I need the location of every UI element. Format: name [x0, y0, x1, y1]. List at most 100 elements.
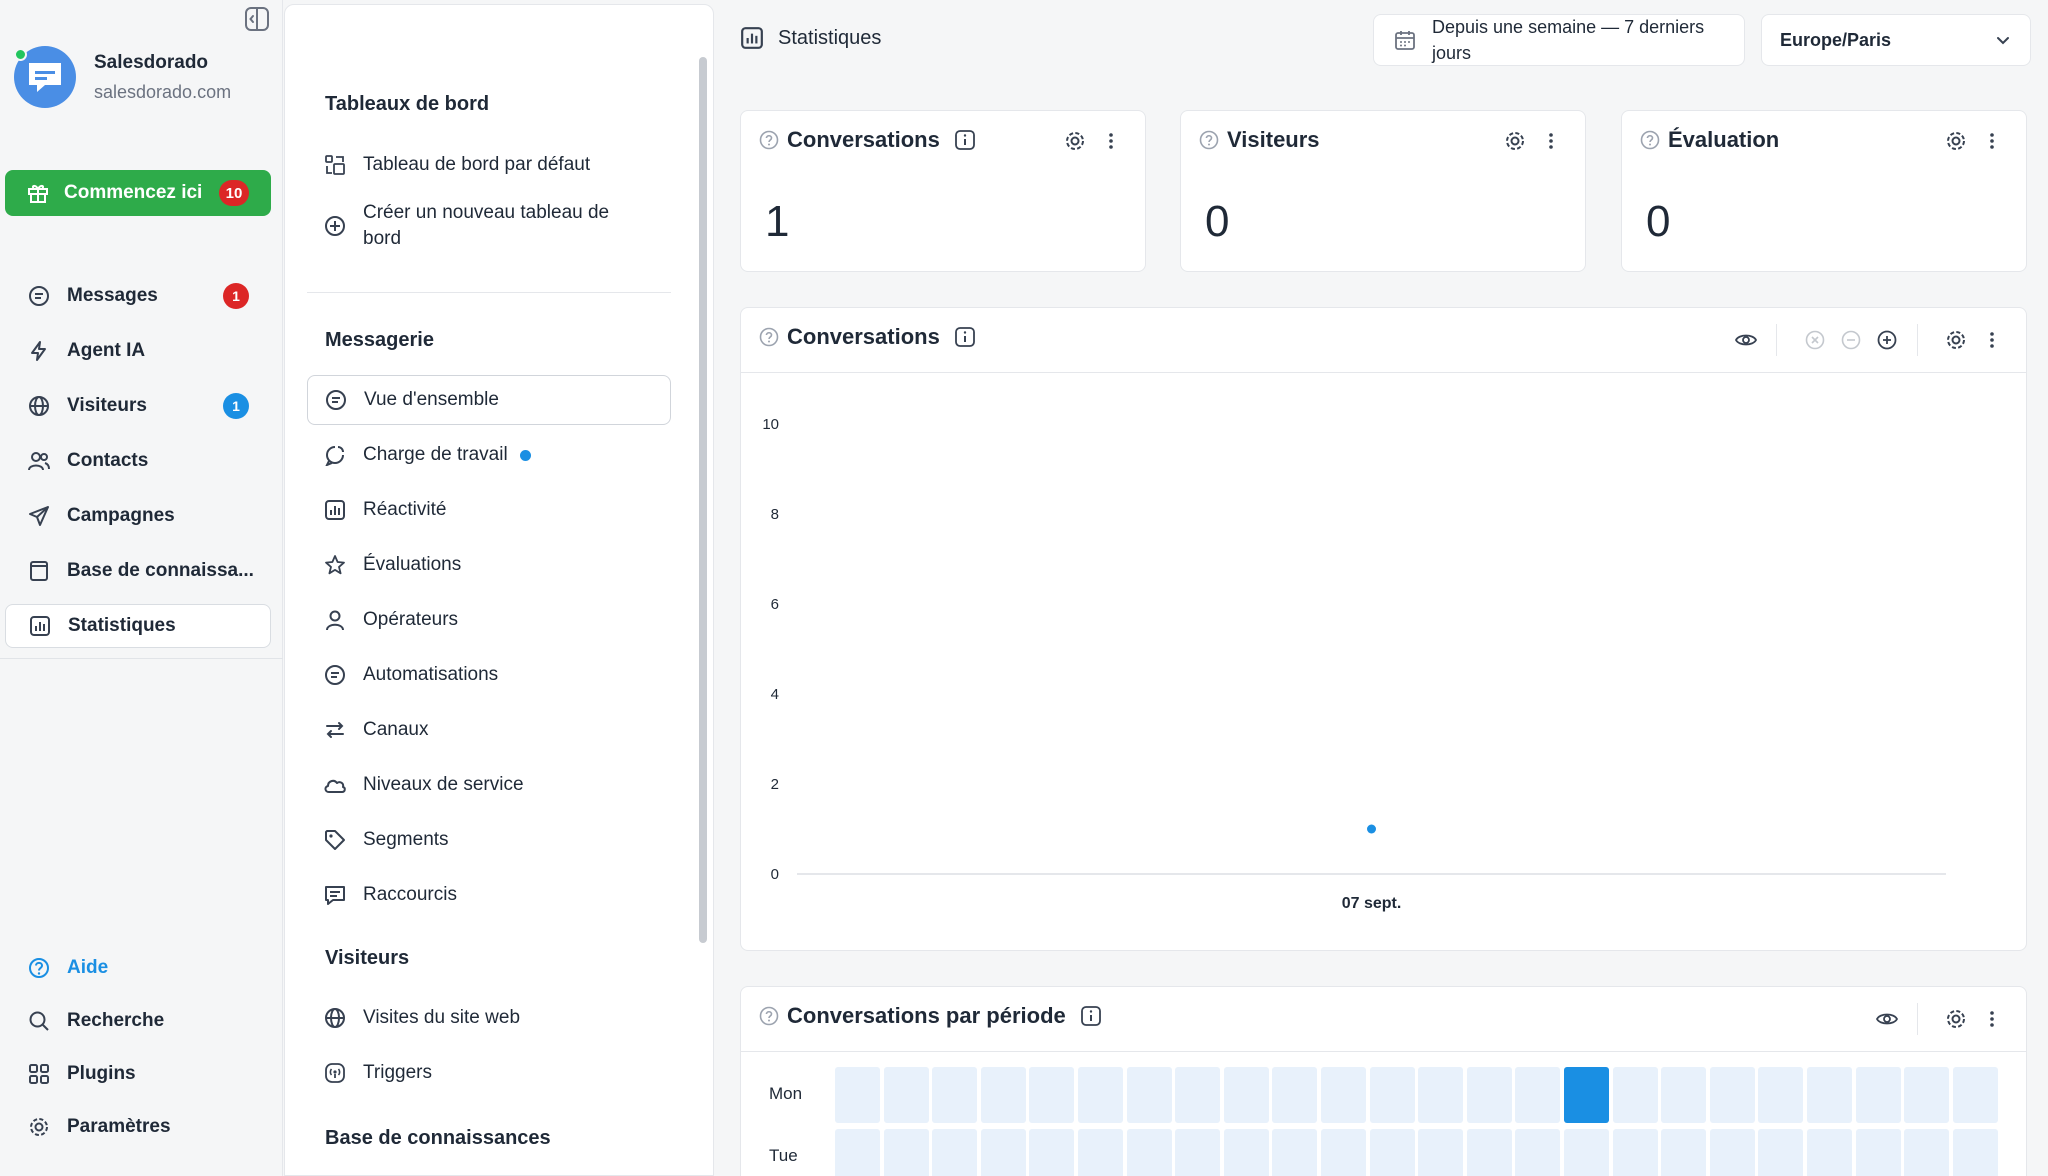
nav-item-search[interactable]: Recherche — [5, 999, 271, 1043]
nav-item-help[interactable]: Aide — [5, 946, 271, 990]
subnav-item-overview[interactable]: Vue d'ensemble — [307, 375, 671, 425]
heatmap-cell[interactable] — [1515, 1129, 1561, 1176]
collapse-sidebar-button[interactable] — [242, 4, 272, 34]
card-more-button[interactable] — [1097, 127, 1125, 155]
toggle-visibility-button[interactable] — [1732, 326, 1760, 354]
subnav-item-segments[interactable]: Segments — [307, 815, 671, 865]
heatmap-cell[interactable] — [1175, 1067, 1221, 1123]
heatmap-cell[interactable] — [1126, 1067, 1172, 1123]
heatmap-cell[interactable] — [1466, 1067, 1512, 1123]
heatmap-cell[interactable] — [883, 1067, 929, 1123]
subnav-item-triggers[interactable]: Triggers — [307, 1048, 671, 1098]
nav-item-messages[interactable]: Messages 1 — [5, 274, 271, 318]
heatmap-cell[interactable] — [1272, 1129, 1318, 1176]
heatmap-cell[interactable] — [883, 1129, 929, 1176]
card-more-button[interactable] — [1978, 326, 2006, 354]
subnav-item-operators[interactable]: Opérateurs — [307, 595, 671, 645]
subnav-item-workload[interactable]: Charge de travail — [307, 430, 671, 480]
subnav-item-reactivity[interactable]: Réactivité — [307, 485, 671, 535]
heatmap-cell[interactable] — [835, 1067, 880, 1123]
heatmap-cell[interactable] — [1418, 1129, 1464, 1176]
subnav-item-channels[interactable]: Canaux — [307, 705, 671, 755]
reset-zoom-button[interactable] — [1801, 326, 1829, 354]
nav-item-contacts[interactable]: Contacts — [5, 439, 271, 483]
nav-item-knowledge-base[interactable]: Base de connaissa... — [5, 549, 271, 593]
nav-label: Messages — [67, 285, 158, 306]
data-point[interactable] — [1367, 824, 1376, 834]
heatmap-cell[interactable] — [932, 1129, 978, 1176]
nav-item-visitors[interactable]: Visiteurs 1 — [5, 384, 271, 428]
help-circle-icon — [1199, 130, 1219, 150]
nav-item-plugins[interactable]: Plugins — [5, 1052, 271, 1096]
card-more-button[interactable] — [1978, 127, 2006, 155]
timezone-select[interactable]: Europe/Paris — [1761, 14, 2031, 66]
heatmap-cell[interactable] — [980, 1067, 1026, 1123]
zoom-out-button[interactable] — [1837, 326, 1865, 354]
heatmap-cell[interactable] — [1515, 1067, 1561, 1123]
subnav-item-service-levels[interactable]: Niveaux de service — [307, 760, 671, 810]
nav-item-settings[interactable]: Paramètres — [5, 1105, 271, 1149]
nav-item-statistics[interactable]: Statistiques — [5, 604, 271, 648]
heatmap-cell[interactable] — [1612, 1129, 1658, 1176]
date-range-picker[interactable]: Depuis une semaine — 7 derniers jours — [1373, 14, 1745, 66]
start-here-button[interactable]: Commencez ici 10 — [5, 170, 271, 216]
card-more-button[interactable] — [1978, 1005, 2006, 1033]
heatmap-cell[interactable] — [1952, 1067, 1998, 1123]
heatmap-cell[interactable] — [1661, 1129, 1707, 1176]
nav-item-ai-agent[interactable]: Agent IA — [5, 329, 271, 373]
heatmap-cell[interactable] — [1223, 1129, 1269, 1176]
heatmap-cell[interactable] — [1466, 1129, 1512, 1176]
heatmap-cell[interactable] — [1126, 1129, 1172, 1176]
card-settings-button[interactable] — [1942, 326, 1970, 354]
heatmap-cell[interactable] — [1029, 1129, 1075, 1176]
heatmap-cell[interactable] — [1321, 1129, 1366, 1176]
heatmap-cell[interactable] — [1904, 1129, 1950, 1176]
zoom-in-button[interactable] — [1873, 326, 1901, 354]
heatmap-cell[interactable] — [1029, 1067, 1075, 1123]
heatmap-cell[interactable] — [1807, 1067, 1852, 1123]
heatmap-cell[interactable] — [1175, 1129, 1221, 1176]
heatmap-cell[interactable] — [1855, 1067, 1901, 1123]
heatmap-cell[interactable] — [980, 1129, 1026, 1176]
heatmap-cell[interactable] — [1904, 1067, 1950, 1123]
heatmap-cell[interactable] — [1758, 1129, 1804, 1176]
heatmap-cell[interactable] — [1709, 1129, 1755, 1176]
heatmap-cell[interactable] — [1078, 1129, 1123, 1176]
card-more-button[interactable] — [1537, 127, 1565, 155]
toggle-visibility-button[interactable] — [1873, 1005, 1901, 1033]
heatmap-header-divider — [741, 1051, 2026, 1052]
heatmap-cell[interactable] — [1369, 1129, 1415, 1176]
heatmap-cell[interactable] — [1369, 1067, 1415, 1123]
heatmap-cell[interactable] — [1807, 1129, 1852, 1176]
heatmap-cell[interactable] — [835, 1129, 880, 1176]
heatmap-cell[interactable] — [1078, 1067, 1123, 1123]
heatmap-cell[interactable] — [1952, 1129, 1998, 1176]
card-settings-button[interactable] — [1942, 1005, 1970, 1033]
subnav-item-shortcuts[interactable]: Raccourcis — [307, 870, 671, 920]
heatmap-cell[interactable] — [1564, 1067, 1609, 1123]
card-settings-button[interactable] — [1942, 127, 1970, 155]
heatmap-cell[interactable] — [1661, 1067, 1707, 1123]
subnav-item-new-dashboard[interactable]: Créer un nouveau tableau de bord — [307, 200, 627, 252]
card-settings-button[interactable] — [1501, 127, 1529, 155]
heatmap-cell[interactable] — [1758, 1067, 1804, 1123]
heatmap-cell[interactable] — [932, 1067, 978, 1123]
subnav-item-automations[interactable]: Automatisations — [307, 650, 671, 700]
nav-item-campaigns[interactable]: Campagnes — [5, 494, 271, 538]
subnav-item-website-visits[interactable]: Visites du site web — [307, 993, 671, 1043]
heatmap-cell[interactable] — [1612, 1067, 1658, 1123]
subnav-scrollbar[interactable] — [699, 57, 707, 943]
heatmap-cell[interactable] — [1223, 1067, 1269, 1123]
card-settings-button[interactable] — [1061, 127, 1089, 155]
statistics-subnav: Tableaux de bord Tableau de bord par déf… — [284, 4, 714, 1176]
heatmap-cell[interactable] — [1564, 1129, 1609, 1176]
heatmap-cell[interactable] — [1709, 1067, 1755, 1123]
start-here-badge: 10 — [219, 180, 249, 206]
subnav-item-ratings[interactable]: Évaluations — [307, 540, 671, 590]
heatmap-cell[interactable] — [1855, 1129, 1901, 1176]
org-profile[interactable]: Salesdorado salesdorado.com — [14, 46, 231, 108]
heatmap-cell[interactable] — [1321, 1067, 1366, 1123]
heatmap-cell[interactable] — [1418, 1067, 1464, 1123]
heatmap-cell[interactable] — [1272, 1067, 1318, 1123]
subnav-item-default-dashboard[interactable]: Tableau de bord par défaut — [307, 140, 671, 190]
